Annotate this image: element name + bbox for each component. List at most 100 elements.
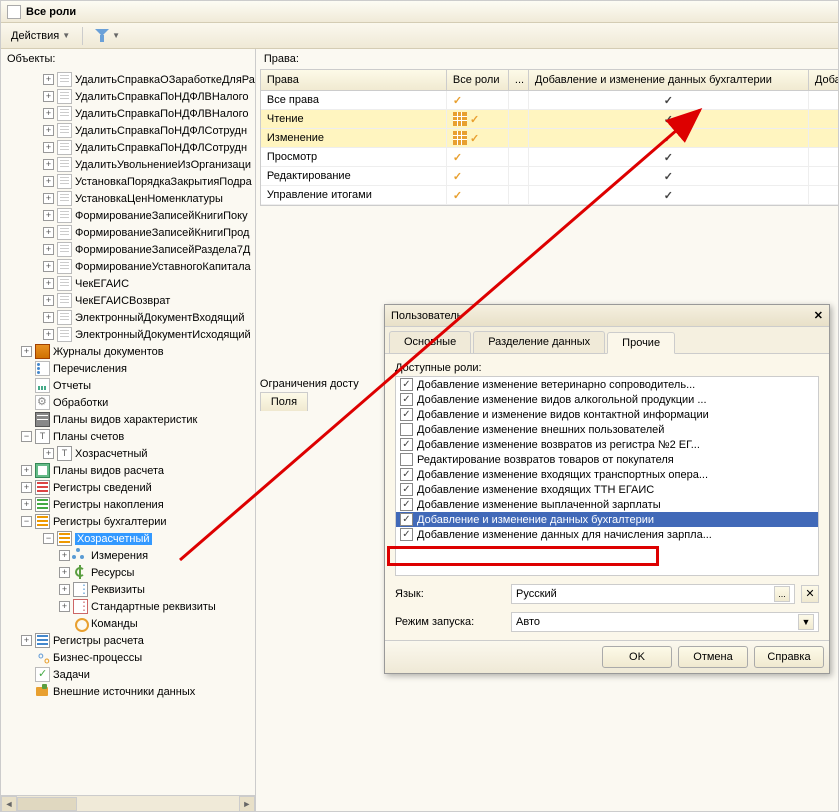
- tree-item[interactable]: +ФормированиеЗаписейКнигиПоку: [1, 207, 255, 224]
- close-icon[interactable]: ✕: [814, 309, 823, 322]
- tab-data-separation[interactable]: Разделение данных: [473, 331, 605, 353]
- expander-icon[interactable]: +: [43, 159, 54, 170]
- tree-item-char-types[interactable]: +Планы видов характеристик: [1, 411, 255, 428]
- tree-item-bp[interactable]: +Бизнес-процессы: [1, 649, 255, 666]
- role-item[interactable]: Добавление изменение ветеринарно сопрово…: [396, 377, 818, 392]
- tree-item-resources[interactable]: +Ресурсы: [1, 564, 255, 581]
- tree-item-selected[interactable]: −Хозрасчетный: [1, 530, 255, 547]
- tree-item-acc-registers[interactable]: +Регистры накопления: [1, 496, 255, 513]
- checkbox[interactable]: [400, 513, 413, 526]
- expander-icon[interactable]: +: [43, 448, 54, 459]
- tree-item-ext[interactable]: +Внешние источники данных: [1, 683, 255, 700]
- checkbox[interactable]: [400, 438, 413, 451]
- expander-icon[interactable]: +: [21, 465, 32, 476]
- col-header-last[interactable]: Добавл: [809, 70, 838, 91]
- col-header-all[interactable]: Все роли: [447, 70, 509, 91]
- tree-item[interactable]: +ЧекЕГАИСВозврат: [1, 292, 255, 309]
- horizontal-scrollbar[interactable]: ◄ ►: [1, 795, 255, 811]
- expander-icon[interactable]: +: [59, 584, 70, 595]
- expander-icon[interactable]: −: [43, 533, 54, 544]
- rights-row[interactable]: Чтение ✓✓: [261, 110, 838, 129]
- role-item[interactable]: Добавление изменение выплаченной зарплат…: [396, 497, 818, 512]
- expander-icon[interactable]: +: [43, 244, 54, 255]
- tree-item-calc-registers[interactable]: +Регистры расчета: [1, 632, 255, 649]
- checkbox[interactable]: [400, 378, 413, 391]
- checkbox[interactable]: [400, 408, 413, 421]
- ok-button[interactable]: OK: [602, 646, 672, 668]
- tree-item[interactable]: +УстановкаПорядкаЗакрытияПодра: [1, 173, 255, 190]
- tree-item[interactable]: +Хозрасчетный: [1, 445, 255, 462]
- expander-icon[interactable]: +: [43, 142, 54, 153]
- expander-icon[interactable]: +: [43, 329, 54, 340]
- tree-item[interactable]: +УдалитьСправкаПоНДФЛВНалого: [1, 88, 255, 105]
- expander-icon[interactable]: +: [43, 210, 54, 221]
- col-header-add[interactable]: Добавление и изменение данных бухгалтери…: [529, 70, 809, 91]
- expander-icon[interactable]: +: [43, 261, 54, 272]
- tree-item[interactable]: +УдалитьСправкаПоНДФЛВНалого: [1, 105, 255, 122]
- tree-item-calc-types[interactable]: +Планы видов расчета: [1, 462, 255, 479]
- expander-icon[interactable]: +: [43, 125, 54, 136]
- checkbox[interactable]: [400, 453, 413, 466]
- cancel-button[interactable]: Отмена: [678, 646, 748, 668]
- tree-item-journals[interactable]: +Журналы документов: [1, 343, 255, 360]
- expander-icon[interactable]: +: [59, 601, 70, 612]
- tree-item-accounts[interactable]: −Планы счетов: [1, 428, 255, 445]
- tree-item[interactable]: +ФормированиеЗаписейРаздела7Д: [1, 241, 255, 258]
- col-header-name[interactable]: Права: [261, 70, 447, 91]
- tree-item-reports[interactable]: +Отчеты: [1, 377, 255, 394]
- expander-icon[interactable]: +: [43, 278, 54, 289]
- checkbox[interactable]: [400, 483, 413, 496]
- role-item[interactable]: Добавление изменение внешних пользовател…: [396, 422, 818, 437]
- expander-icon[interactable]: +: [43, 176, 54, 187]
- checkbox[interactable]: [400, 498, 413, 511]
- objects-tree[interactable]: +УдалитьСправкаОЗаработкеДляРа +УдалитьС…: [1, 69, 255, 795]
- actions-menu[interactable]: Действия ▼: [7, 28, 74, 44]
- role-item[interactable]: Добавление изменение входящих ТТН ЕГАИС: [396, 482, 818, 497]
- expander-icon[interactable]: +: [43, 193, 54, 204]
- scroll-thumb[interactable]: [17, 797, 77, 811]
- tree-item[interactable]: +ЧекЕГАИС: [1, 275, 255, 292]
- clear-button[interactable]: ✕: [801, 585, 819, 603]
- checkbox[interactable]: [400, 393, 413, 406]
- tree-item[interactable]: +УдалитьСправкаОЗаработкеДляРа: [1, 71, 255, 88]
- expander-icon[interactable]: +: [21, 635, 32, 646]
- expander-icon[interactable]: +: [43, 74, 54, 85]
- rights-row[interactable]: Все права✓✓: [261, 91, 838, 110]
- tree-item[interactable]: +УдалитьСправкаПоНДФЛСотрудн: [1, 139, 255, 156]
- checkbox[interactable]: [400, 423, 413, 436]
- expander-icon[interactable]: +: [43, 295, 54, 306]
- tree-item[interactable]: +ЭлектронныйДокументИсходящий: [1, 326, 255, 343]
- tree-item[interactable]: +УстановкаЦенНоменклатуры: [1, 190, 255, 207]
- ellipsis-icon[interactable]: ...: [774, 586, 790, 602]
- language-select[interactable]: Русский ...: [511, 584, 795, 604]
- tree-item[interactable]: +ФормированиеУставногоКапитала: [1, 258, 255, 275]
- expander-icon[interactable]: +: [43, 227, 54, 238]
- role-item[interactable]: Добавление и изменение видов контактной …: [396, 407, 818, 422]
- scroll-right-icon[interactable]: ►: [239, 796, 255, 812]
- tree-item-commands[interactable]: +Команды: [1, 615, 255, 632]
- rights-row[interactable]: Редактирование✓✓: [261, 167, 838, 186]
- tree-item-attributes[interactable]: +Реквизиты: [1, 581, 255, 598]
- expander-icon[interactable]: +: [21, 346, 32, 357]
- role-item[interactable]: Добавление изменение данных для начислен…: [396, 527, 818, 542]
- expander-icon[interactable]: +: [21, 482, 32, 493]
- tree-item-book-registers[interactable]: −Регистры бухгалтерии: [1, 513, 255, 530]
- role-item[interactable]: Добавление изменение возвратов из регист…: [396, 437, 818, 452]
- role-item[interactable]: Добавление и изменение данных бухгалтери…: [396, 512, 818, 527]
- tab-fields[interactable]: Поля: [260, 392, 308, 411]
- expander-icon[interactable]: +: [59, 567, 70, 578]
- expander-icon[interactable]: +: [21, 499, 32, 510]
- tab-other[interactable]: Прочие: [607, 332, 675, 354]
- checkbox[interactable]: [400, 468, 413, 481]
- chevron-down-icon[interactable]: ▼: [798, 614, 814, 630]
- role-item[interactable]: Редактирование возвратов товаров от поку…: [396, 452, 818, 467]
- tree-item-enums[interactable]: +Перечисления: [1, 360, 255, 377]
- col-header-dots[interactable]: ...: [509, 70, 529, 91]
- rights-row[interactable]: Изменение ✓✓: [261, 129, 838, 148]
- tree-item-dimensions[interactable]: +Измерения: [1, 547, 255, 564]
- role-item[interactable]: Добавление изменение входящих транспортн…: [396, 467, 818, 482]
- expander-icon[interactable]: +: [43, 91, 54, 102]
- filter-button[interactable]: ▼: [91, 27, 124, 45]
- tree-item-tasks[interactable]: +Задачи: [1, 666, 255, 683]
- startup-mode-select[interactable]: Авто ▼: [511, 612, 819, 632]
